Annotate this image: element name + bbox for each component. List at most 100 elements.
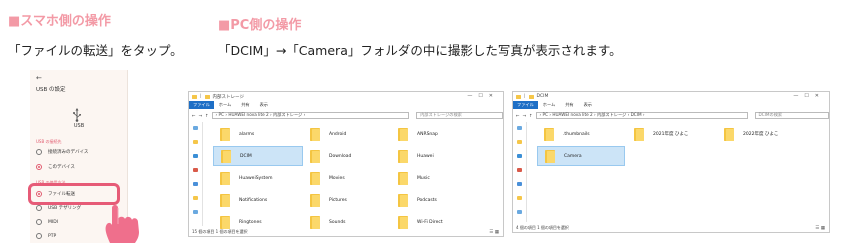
folder-name: Ringtones (239, 219, 262, 225)
explorer-window-dcim: | DCIM —☐✕ ファイル ホーム 共有 表示 ← → ↑ › PC › H… (512, 91, 830, 233)
forward-arrow-icon[interactable]: → (523, 113, 527, 118)
folder-icon (545, 149, 555, 163)
folder-name: 2021年度 ひよこ (653, 132, 689, 137)
folder-item[interactable]: ANRSnap (391, 124, 479, 144)
folder-item[interactable]: Movies (303, 168, 391, 188)
quick-access-icon[interactable] (193, 126, 198, 130)
option-this-device[interactable]: このデバイス (36, 162, 75, 172)
folder-item[interactable]: Notifications (213, 190, 301, 210)
tapping-hand-icon (105, 205, 139, 243)
folder-name: 2022年度 ひよこ (743, 132, 779, 137)
window-titlebar: | 内部ストレージ (189, 92, 503, 101)
folder-item[interactable]: Music (391, 168, 479, 188)
radio-icon (36, 149, 42, 155)
forward-arrow-icon[interactable]: → (199, 113, 203, 118)
quick-access-icon[interactable] (517, 126, 522, 130)
option-label: PTP (48, 233, 57, 239)
folder-name: Download (329, 153, 352, 159)
path-input[interactable]: › PC › HUAWEI nova lite 2 › 内部ストレージ › (211, 111, 410, 119)
onedrive-icon[interactable] (517, 154, 522, 158)
folder-icon (192, 94, 197, 99)
tab-home[interactable]: ホーム (214, 102, 236, 108)
folder-icon (398, 193, 408, 207)
navigation-pane (513, 122, 527, 222)
back-arrow-icon[interactable]: ← (516, 113, 520, 118)
folder-icon (204, 94, 210, 99)
folder-name: Music (417, 175, 430, 181)
folder-item[interactable]: alarms (213, 124, 301, 144)
option-label: MIDI (48, 219, 59, 225)
folder-icon (634, 127, 644, 141)
view-toggle-icon[interactable]: ☰ ▦ (489, 230, 499, 235)
back-arrow-icon[interactable]: ← (36, 74, 42, 82)
folder-item[interactable]: Podcasts (391, 190, 479, 210)
folder-item[interactable]: Pictures (303, 190, 391, 210)
drive-icon[interactable] (193, 182, 198, 186)
folder-icon (528, 94, 534, 99)
folder-item-dcim[interactable]: DCIM (213, 146, 303, 166)
pc-icon[interactable] (517, 168, 522, 172)
usb-label: USB (73, 123, 85, 129)
folder-name: Huawei (417, 153, 434, 159)
folder-name: Android (329, 131, 347, 137)
folder-icon[interactable] (193, 140, 198, 144)
folder-name: .thumbnails (563, 131, 590, 137)
option-label: USB テザリング (48, 206, 82, 211)
tab-view[interactable]: 表示 (255, 102, 273, 108)
folder-icon (310, 215, 320, 229)
option-connected-device[interactable]: 接続済みのデバイス (36, 147, 88, 157)
folder-item[interactable]: Download (303, 146, 391, 166)
folder-item[interactable]: 2021年度 ひよこ (627, 124, 715, 144)
folder-name: Sounds (329, 219, 346, 225)
pc-icon[interactable] (193, 168, 198, 172)
folder-item[interactable]: Android (303, 124, 391, 144)
quick-access-divider: | (200, 94, 202, 99)
up-arrow-icon[interactable]: ↑ (205, 113, 209, 118)
folder-item[interactable]: Huawei (391, 146, 479, 166)
option-ptp[interactable]: PTP (36, 231, 56, 241)
search-input[interactable]: 内部ストレージの検索 (416, 111, 503, 119)
tab-view[interactable]: 表示 (579, 102, 597, 108)
folder-item[interactable]: HuaweiSystem (213, 168, 301, 188)
window-controls[interactable]: —☐✕ (467, 93, 499, 99)
radio-icon (36, 233, 42, 239)
back-arrow-icon[interactable]: ← (192, 113, 196, 118)
tab-home[interactable]: ホーム (538, 102, 560, 108)
window-title: 内部ストレージ (212, 94, 244, 100)
phone-screen-title: USB の設定 (36, 87, 66, 93)
view-toggle-icon[interactable]: ☰ ▦ (815, 226, 825, 231)
window-title: DCIM (536, 94, 549, 99)
network-icon[interactable] (517, 210, 522, 214)
tab-share[interactable]: 共有 (560, 102, 578, 108)
radio-icon (36, 205, 42, 211)
folder-icon (310, 149, 320, 163)
option-midi[interactable]: MIDI (36, 217, 58, 227)
folder-icon[interactable] (193, 196, 198, 200)
folder-name: ANRSnap (417, 131, 438, 137)
folder-item-camera[interactable]: Camera (537, 146, 625, 166)
up-arrow-icon[interactable]: ↑ (529, 113, 533, 118)
folder-name: HuaweiSystem (239, 175, 273, 181)
folder-name: DCIM (240, 153, 252, 159)
address-bar: ← → ↑ › PC › HUAWEI nova lite 2 › 内部ストレー… (189, 110, 503, 120)
folder-icon (310, 171, 320, 185)
drive-icon[interactable] (517, 182, 522, 186)
path-input[interactable]: › PC › HUAWEI nova lite 2 › 内部ストレージ › DC… (535, 111, 748, 119)
onedrive-icon[interactable] (193, 154, 198, 158)
tab-share[interactable]: 共有 (236, 102, 254, 108)
folder-item[interactable]: Sounds (303, 212, 391, 232)
status-bar: 15 個の項目 1 個の項目を選択 (192, 229, 248, 234)
folder-icon[interactable] (517, 196, 522, 200)
window-controls[interactable]: —☐✕ (793, 93, 825, 99)
folder-item[interactable]: .thumbnails (537, 124, 625, 144)
folder-item[interactable]: Wi-Fi Direct (391, 212, 479, 232)
search-input[interactable]: DCIMの検索 (754, 111, 829, 119)
folder-icon (544, 127, 554, 141)
folder-item[interactable]: 2022年度 ひよこ (717, 124, 805, 144)
tab-file[interactable]: ファイル (513, 101, 538, 109)
folder-icon (310, 127, 320, 141)
network-icon[interactable] (193, 210, 198, 214)
status-bar: 4 個の項目 1 個の項目を選択 (516, 225, 569, 230)
folder-icon[interactable] (517, 140, 522, 144)
tab-file[interactable]: ファイル (189, 101, 214, 109)
